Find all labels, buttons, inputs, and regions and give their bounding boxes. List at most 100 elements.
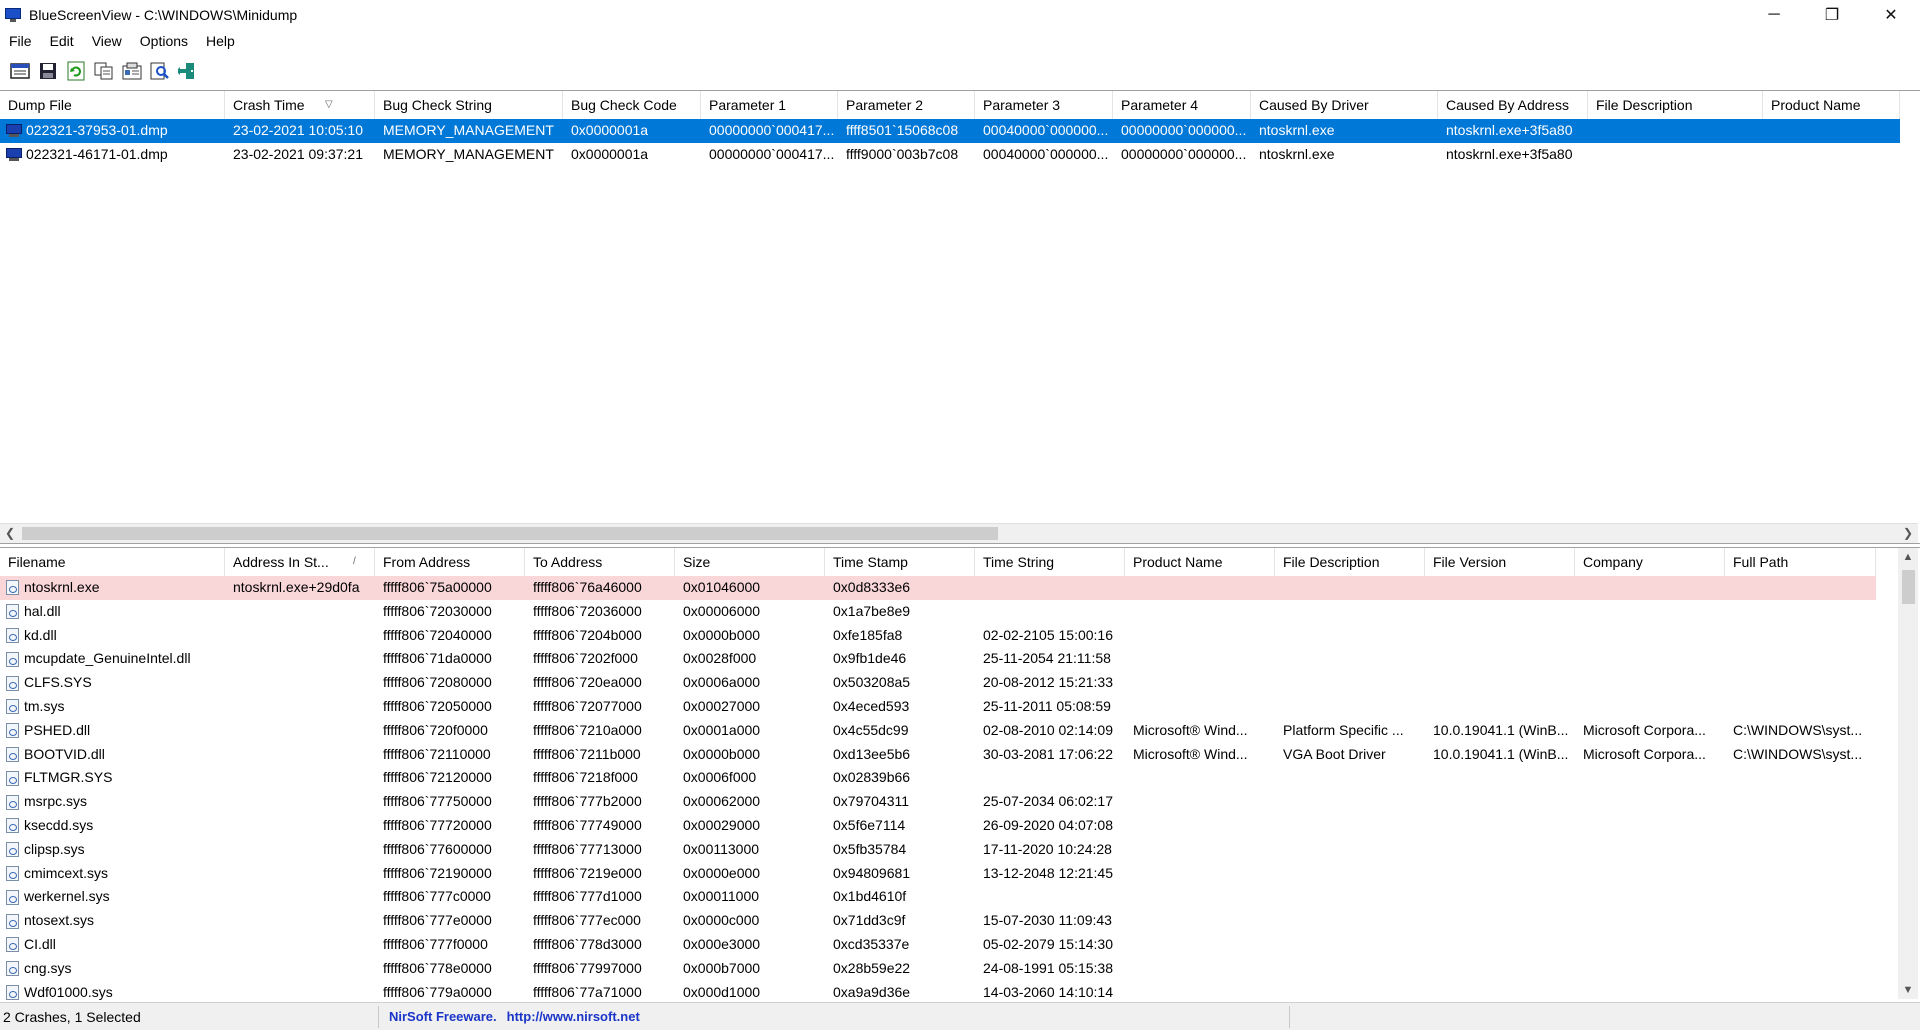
refresh-icon[interactable] [64,59,88,83]
module-row[interactable]: FLTMGR.SYS fffff806`72120000 fffff806`7218… [0,766,1876,790]
cell-address-in-stack [225,695,375,719]
cell-bug-check-string: MEMORY_MANAGEMENT [383,122,554,138]
crash-list-hscrollbar[interactable]: ❮ ❯ [0,523,1918,543]
minimize-button[interactable]: ─ [1745,0,1803,30]
module-row[interactable]: CLFS.SYS fffff806`72080000 fffff806`720ea0… [0,671,1876,695]
close-button[interactable]: ✕ [1862,0,1920,30]
module-row[interactable]: cng.sys fffff806`778e0000 fffff806`7799700… [0,957,1876,981]
col-caused-by-address[interactable]: Caused By Address [1438,91,1588,119]
col-parameter-3[interactable]: Parameter 3 [975,91,1113,119]
col-parameter-2[interactable]: Parameter 2 [838,91,975,119]
module-row[interactable]: hal.dll fffff806`72030000 fffff806`7203600… [0,600,1876,624]
col-file-version[interactable]: File Version [1425,548,1575,576]
nirsoft-status: NirSoft Freeware. http://www.nirsoft.net [379,1005,1290,1028]
cell-time-string: 05-02-2079 15:14:30 [983,936,1113,952]
menu-options[interactable]: Options [131,33,197,49]
module-row[interactable]: clipsp.sys fffff806`77600000 fffff806`7771… [0,838,1876,862]
properties-icon[interactable] [8,59,32,83]
col-dump-file[interactable]: Dump File [0,91,225,119]
menu-file[interactable]: File [0,33,41,49]
col-bug-check-code[interactable]: Bug Check Code [563,91,701,119]
cell-to-address: fffff806`72077000 [533,698,642,714]
module-file-icon [6,651,19,667]
cell-file-description [1275,909,1425,933]
col-file-description[interactable]: File Description [1275,548,1425,576]
cell-time-stamp: 0xcd35337e [833,936,910,952]
module-file-name: PSHED.dll [24,721,91,738]
module-row[interactable]: BOOTVID.dll fffff806`72110000 fffff806`721… [0,743,1876,767]
cell-from-address: fffff806`71da0000 [383,650,492,667]
module-row[interactable]: CI.dll fffff806`777f0000 fffff806`778d3000… [0,933,1876,957]
html-report-icon[interactable] [120,59,144,83]
module-row[interactable]: Wdf01000.sys fffff806`779a0000 fffff806`77… [0,981,1876,1000]
col-product-name[interactable]: Product Name [1125,548,1275,576]
module-row[interactable]: werkernel.sys fffff806`777c0000 fffff806`7… [0,885,1876,909]
cell-to-address: fffff806`777ec000 [533,912,641,929]
cell-company [1575,790,1725,814]
scroll-left-icon[interactable]: ❮ [0,524,20,543]
module-row[interactable]: ntosext.sys fffff806`777e0000 fffff806`777… [0,909,1876,933]
module-row[interactable]: msrpc.sys fffff806`77750000 fffff806`777b2… [0,790,1876,814]
col-parameter-4[interactable]: Parameter 4 [1113,91,1251,119]
crash-list-hscroll-thumb[interactable] [22,527,998,540]
menu-edit[interactable]: Edit [41,33,83,49]
cell-time-stamp: 0x71dd3c9f [833,912,906,929]
cell-file-version [1425,862,1575,886]
module-row[interactable]: kd.dll fffff806`72040000 fffff806`7204b000… [0,624,1876,648]
crash-count-status: 2 Crashes, 1 Selected [0,1005,379,1028]
cell-company [1575,647,1725,671]
menu-view[interactable]: View [83,33,131,49]
module-row[interactable]: cmimcext.sys fffff806`72190000 fffff806`72… [0,862,1876,886]
cell-company: Microsoft Corpora... [1583,721,1706,738]
cell-product-name [1125,838,1275,862]
col-caused-by-driver[interactable]: Caused By Driver [1251,91,1438,119]
cell-file-description [1275,862,1425,886]
module-file-name: ntoskrnl.exe [24,579,100,595]
col-time-stamp[interactable]: Time Stamp [825,548,975,576]
module-row[interactable]: PSHED.dll fffff806`720f0000 fffff806`7210a… [0,719,1876,743]
copy-icon[interactable] [92,59,116,83]
col-bug-check-string[interactable]: Bug Check String [375,91,563,119]
col-crash-time[interactable]: Crash Time ▽ [225,91,375,119]
col-size[interactable]: Size [675,548,825,576]
col-company[interactable]: Company [1575,548,1725,576]
scroll-down-icon[interactable]: ▼ [1898,981,1918,999]
save-icon[interactable] [36,59,60,83]
cell-product-name [1125,576,1275,600]
crash-row[interactable]: 022321-46171-01.dmp 23-02-2021 09:37:21 ME… [0,143,1900,167]
module-list[interactable]: Filename Address In St... / From Address … [0,547,1920,1000]
module-row[interactable]: tm.sys fffff806`72050000 fffff806`72077000… [0,695,1876,719]
col-time-string[interactable]: Time String [975,548,1125,576]
col-to-address[interactable]: To Address [525,548,675,576]
cell-from-address: fffff806`77600000 [383,840,492,857]
cell-to-address: fffff806`720ea000 [533,674,642,691]
col-address-in-stack[interactable]: Address In St... / [225,548,375,576]
col-file-description[interactable]: File Description [1588,91,1763,119]
dump-file-name: 022321-37953-01.dmp [26,122,168,138]
cell-address-in-stack [225,790,375,814]
cell-to-address: fffff806`7211b000 [533,745,641,762]
scroll-up-icon[interactable]: ▲ [1898,548,1918,566]
maximize-button[interactable]: ❐ [1803,0,1861,30]
crash-list[interactable]: Dump File Crash Time ▽ Bug Check String B… [0,90,1920,544]
col-full-path[interactable]: Full Path [1725,548,1876,576]
nirsoft-link[interactable]: http://www.nirsoft.net [507,1009,640,1024]
module-list-vscrollbar[interactable]: ▲ ▼ [1898,548,1918,999]
col-product-name[interactable]: Product Name [1763,91,1900,119]
module-row[interactable]: ksecdd.sys fffff806`77720000 fffff806`7774… [0,814,1876,838]
module-row[interactable]: mcupdate_GenuineIntel.dll fffff806`71da00… [0,647,1876,671]
cell-address-in-stack [225,885,375,909]
module-list-vscroll-thumb[interactable] [1902,570,1915,604]
cell-parameter-4: 00000000`000000... [1121,122,1247,138]
scroll-right-icon[interactable]: ❯ [1898,524,1918,543]
find-icon[interactable] [148,59,172,83]
module-file-name: cmimcext.sys [24,864,108,881]
cell-file-description [1275,957,1425,981]
module-row[interactable]: ntoskrnl.exe ntoskrnl.exe+29d0fa fffff806`… [0,576,1876,600]
exit-icon[interactable] [176,59,200,83]
col-filename[interactable]: Filename [0,548,225,576]
menu-help[interactable]: Help [197,33,244,49]
col-parameter-1[interactable]: Parameter 1 [701,91,838,119]
crash-row[interactable]: 022321-37953-01.dmp 23-02-2021 10:05:10 ME… [0,119,1900,143]
col-from-address[interactable]: From Address [375,548,525,576]
